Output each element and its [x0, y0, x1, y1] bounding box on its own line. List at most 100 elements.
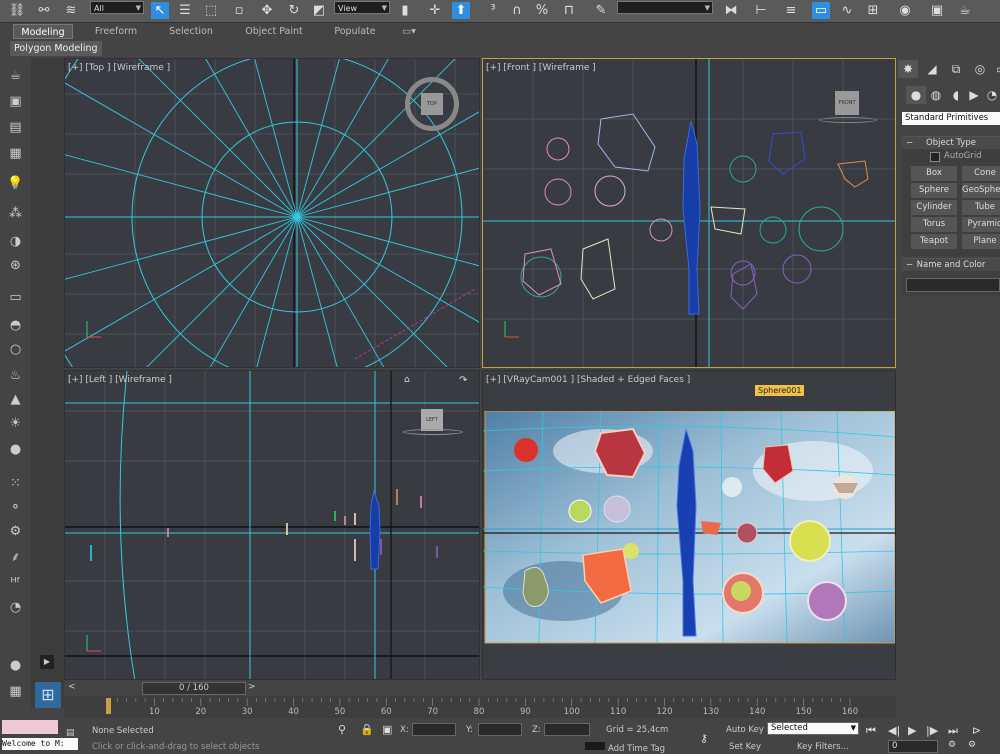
angle-snap-icon[interactable]: ∩ [508, 2, 526, 19]
shapes-icon[interactable]: ◍ [926, 86, 946, 104]
select-by-name-icon[interactable]: ☰ [176, 2, 194, 19]
rect-selection-icon[interactable]: ⬚ [202, 2, 220, 19]
x-coordinate-field[interactable] [412, 723, 456, 736]
add-time-tag-icon[interactable] [585, 742, 605, 750]
autogrid-checkbox[interactable] [930, 152, 940, 162]
add-time-tag[interactable]: Add Time Tag [608, 744, 665, 754]
pyramid-button[interactable]: Pyramid [962, 217, 1000, 232]
z-coordinate-field[interactable] [544, 723, 590, 736]
panel-polygon-modeling[interactable]: Polygon Modeling [10, 41, 102, 56]
geosphere-button[interactable]: GeoSphere [962, 183, 1000, 198]
teapot-button[interactable]: Teapot [911, 234, 957, 249]
lock-icon[interactable]: 🔒 [360, 723, 374, 737]
viewport-top[interactable]: [+] [Top ] [Wireframe ] TOP [64, 58, 480, 368]
viewcube-top[interactable]: TOP [421, 93, 443, 115]
viewport-camera-label[interactable]: [+] [VRayCam001 ] [Shaded + Edged Faces … [486, 375, 690, 385]
use-pivot-icon[interactable]: ▮ [396, 2, 414, 19]
auto-key-button[interactable]: Auto Key [726, 725, 764, 735]
material-editor-icon[interactable]: ⊞ [864, 2, 882, 19]
set-key-button[interactable]: Set Key [729, 742, 761, 752]
mirror-icon[interactable]: ⧓ [722, 2, 740, 19]
goto-end-icon[interactable]: ⏭ [948, 724, 958, 738]
key-icon[interactable]: ⚷ [700, 732, 708, 746]
goto-start-icon[interactable]: ⏮ [866, 724, 876, 738]
plane-icon[interactable]: ▭ [6, 288, 25, 307]
box-button[interactable]: Box [911, 166, 957, 181]
edit-named-sel-icon[interactable]: ✎ [592, 2, 610, 19]
name-color-header[interactable]: − Name and Color [902, 258, 1000, 271]
keyboard-shortcut-icon[interactable]: ⬆ [452, 2, 470, 19]
curve-editor-icon[interactable]: ▭ [812, 2, 830, 19]
maxscript-listener[interactable] [2, 720, 58, 734]
geometry-icon[interactable]: ● [906, 86, 926, 104]
y-coordinate-field[interactable] [478, 723, 522, 736]
move-icon[interactable]: ✥ [258, 2, 276, 19]
window-crossing-icon[interactable]: ▫ [230, 2, 248, 19]
select-object-icon[interactable]: ↖ [151, 2, 169, 19]
rotate-icon[interactable]: ↻ [285, 2, 303, 19]
key-mode-toggle-icon[interactable]: ⊳ [972, 724, 981, 738]
table-icon[interactable]: ▦ [6, 144, 25, 163]
primitive-category-dropdown[interactable]: Standard Primitives [902, 112, 1000, 125]
layout-icon[interactable]: ▦ [6, 682, 25, 701]
create-tab-icon[interactable]: ✸ [898, 60, 918, 78]
schematic-icon[interactable]: ∿ [838, 2, 856, 19]
next-frame-icon[interactable]: > [248, 682, 256, 692]
home-icon[interactable]: ⌂ [404, 375, 410, 385]
named-selection-dropdown[interactable]: ▼ [617, 1, 713, 14]
viewcube-ring-front[interactable] [819, 117, 877, 123]
cone-icon[interactable]: ▲ [6, 390, 25, 409]
align-icon[interactable]: ⊢ [752, 2, 770, 19]
viewport-camera[interactable]: [+] [VRayCam001 ] [Shaded + Edged Faces … [482, 370, 896, 680]
gear-icon[interactable]: ⚙ [6, 522, 25, 541]
modify-tab-icon[interactable]: ◢ [922, 60, 942, 78]
viewport-top-label[interactable]: [+] [Top ] [Wireframe ] [68, 63, 170, 73]
select-manipulate-icon[interactable]: ✛ [426, 2, 444, 19]
time-cursor[interactable] [106, 698, 111, 714]
viewport-left-label[interactable]: [+] [Left ] [Wireframe ] [68, 375, 172, 385]
lights-icon[interactable]: ◖ [946, 86, 966, 104]
molecule-icon[interactable]: ⚬ [6, 498, 25, 517]
viewcube-front[interactable]: FRONT [835, 91, 859, 115]
link-icon[interactable]: ⛓ [8, 2, 26, 19]
object-name-field[interactable] [906, 278, 1000, 292]
render-icon[interactable]: ▣ [6, 92, 25, 111]
teapot-icon[interactable]: ☕ [6, 66, 25, 85]
light-bulb-icon[interactable]: 💡 [6, 174, 25, 193]
cameras-icon[interactable]: ▶ [964, 86, 984, 104]
tab-modeling[interactable]: Modeling [13, 24, 73, 39]
grass-icon[interactable]: ⸙ [6, 548, 25, 567]
grid-particles-icon[interactable]: ⁙ [6, 474, 25, 493]
key-mode-dropdown[interactable]: Selected ▼ [767, 722, 859, 735]
viewcube-ring-left[interactable] [403, 429, 463, 435]
snap-toggle-icon[interactable]: ³ [484, 2, 502, 19]
track-bar[interactable]: 10 20 30 40 50 60 70 80 90 100 110 120 130 140 150 160 [64, 696, 896, 718]
viewcube-left[interactable]: LEFT [421, 409, 443, 431]
bind-spacewarp-icon[interactable]: ≋ [62, 2, 80, 19]
viewport-left[interactable]: [+] [Left ] [Wireframe ] ⌂ ↷ LEFT [64, 370, 480, 680]
teapot-small-icon[interactable]: ♨ [6, 366, 25, 385]
tube-button[interactable]: Tube [962, 200, 1000, 215]
render-mat-icon[interactable]: ⊛ [6, 256, 25, 275]
script-icon[interactable]: ▤ [66, 728, 80, 740]
sphere-button[interactable]: Sphere [911, 183, 957, 198]
scale-icon[interactable]: ◩ [310, 2, 328, 19]
current-frame-field[interactable]: 0 [888, 740, 938, 753]
sphere-icon[interactable]: ○ [6, 340, 25, 359]
prev-key-icon[interactable]: ◀| [888, 724, 900, 738]
time-slider[interactable]: 0 / 160 [142, 682, 246, 695]
object-type-header[interactable]: − Object Type [902, 136, 1000, 149]
layer-icon[interactable]: ≡ [782, 2, 800, 19]
tab-selection[interactable]: Selection [160, 24, 222, 39]
calculator-icon[interactable]: ▤ [6, 118, 25, 137]
plane-button[interactable]: Plane [962, 234, 1000, 249]
percent-snap-icon[interactable]: % [533, 2, 551, 19]
helpers-icon[interactable]: ◔ [982, 86, 1000, 104]
render-setup-icon[interactable]: ◉ [896, 2, 914, 19]
key-filters-button[interactable]: Key Filters... [797, 742, 849, 752]
helmet-icon[interactable]: ◑ [6, 232, 25, 251]
shell-icon[interactable]: ◔ [6, 598, 25, 617]
sun-icon[interactable]: ☀ [6, 414, 25, 433]
reference-coord-dropdown[interactable]: View ▼ [334, 1, 390, 14]
unlink-icon[interactable]: ⚯ [35, 2, 53, 19]
